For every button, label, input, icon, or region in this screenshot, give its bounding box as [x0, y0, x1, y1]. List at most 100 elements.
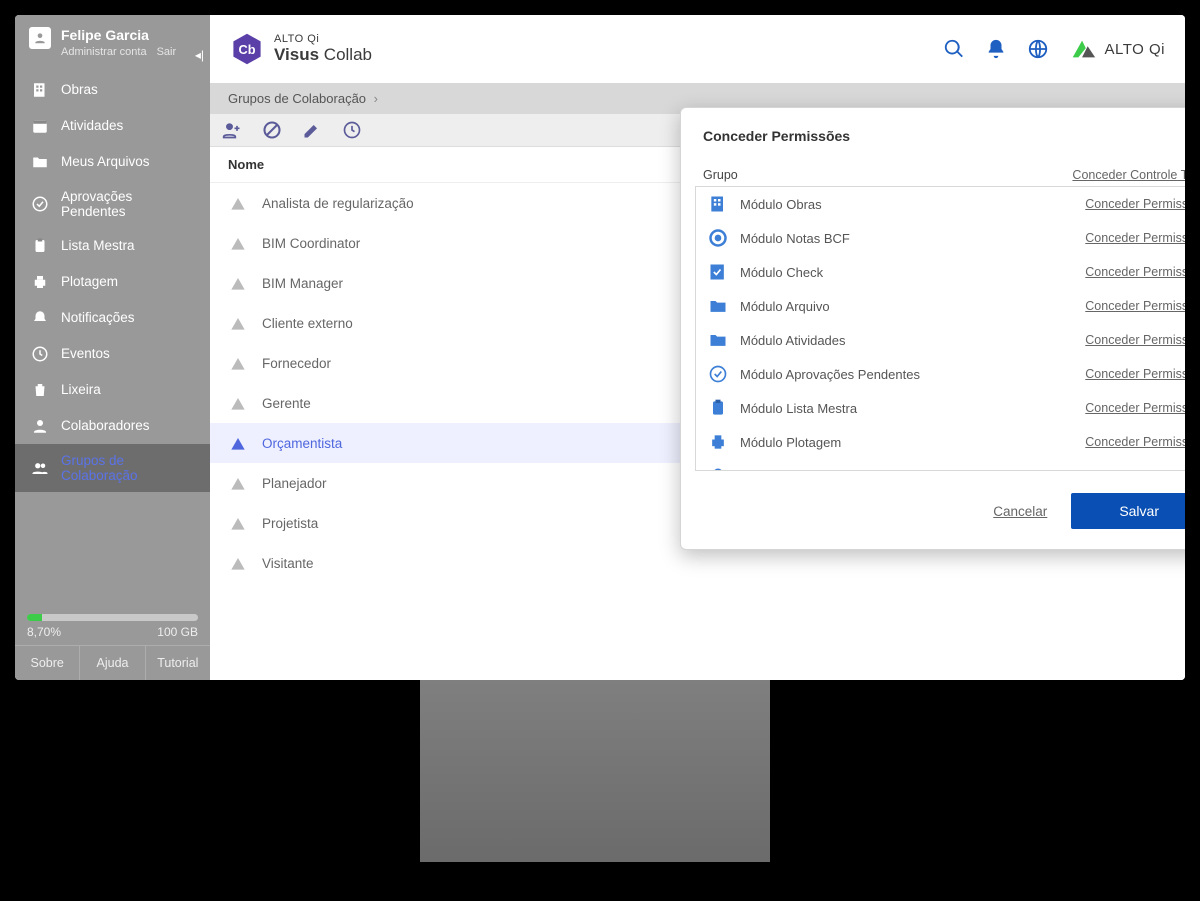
- permissions-modal: Conceder Permissões ✕ Grupo Conceder Con…: [680, 107, 1185, 550]
- grant-permission-link[interactable]: Conceder Permissão: [1085, 435, 1185, 449]
- add-user-icon[interactable]: [222, 120, 242, 140]
- footer-link-tutorial[interactable]: Tutorial: [145, 646, 210, 680]
- group-icon: [228, 193, 248, 213]
- folder-blue-icon: [708, 296, 728, 316]
- sidebar-item-label: Colaboradores: [61, 418, 150, 433]
- grant-permission-link[interactable]: Conceder Permissão: [1085, 367, 1185, 381]
- grant-permission-link[interactable]: Conceder Permissão: [1085, 299, 1185, 313]
- sidebar-item-label: Plotagem: [61, 274, 118, 289]
- cancel-button[interactable]: Cancelar: [993, 504, 1047, 519]
- sidebar-item-grupos-de-colaboração[interactable]: Grupos de Colaboração: [15, 444, 210, 492]
- clipboard-icon: [31, 237, 49, 255]
- group-name: Visitante: [262, 556, 314, 571]
- printer-icon: [31, 273, 49, 291]
- grant-permission-link[interactable]: Conceder Permissão: [1085, 265, 1185, 279]
- edit-icon[interactable]: [302, 120, 322, 140]
- sidebar-item-label: Aprovações Pendentes: [61, 189, 194, 219]
- sidebar-item-plotagem[interactable]: Plotagem: [15, 264, 210, 300]
- sidebar-item-eventos[interactable]: Eventos: [15, 336, 210, 372]
- grant-permission-link[interactable]: Conceder Permissão: [1085, 333, 1185, 347]
- group-icon: [228, 513, 248, 533]
- sidebar-item-label: Meus Arquivos: [61, 154, 150, 169]
- nav-list: Obras Atividades Meus Arquivos Aprovações P…: [15, 72, 210, 492]
- group-icon: [228, 353, 248, 373]
- permission-row: Módulo Check Conceder Permissão: [696, 255, 1185, 289]
- folder-icon: [31, 153, 49, 171]
- module-name: Módulo Arquivo: [740, 299, 830, 314]
- footer-link-ajuda[interactable]: Ajuda: [79, 646, 144, 680]
- sidebar-item-lixeira[interactable]: Lixeira: [15, 372, 210, 408]
- group-column-label: Grupo: [703, 168, 738, 182]
- bell-icon: [31, 309, 49, 327]
- grant-permission-link[interactable]: Conceder Permissão: [1085, 197, 1185, 211]
- block-icon[interactable]: [262, 120, 282, 140]
- permission-row: Módulo Aprovações Pendentes Conceder Perm…: [696, 357, 1185, 391]
- permission-row: Módulo Plotagem Conceder Permissão: [696, 425, 1185, 459]
- module-name: Módulo Plotagem: [740, 435, 841, 450]
- sidebar-item-lista-mestra[interactable]: Lista Mestra: [15, 228, 210, 264]
- sidebar-item-label: Atividades: [61, 118, 123, 133]
- group-name: Cliente externo: [262, 316, 353, 331]
- avatar: [29, 27, 51, 49]
- group-icon: [228, 473, 248, 493]
- sidebar-item-colaboradores[interactable]: Colaboradores: [15, 408, 210, 444]
- module-name: Módulo Obras: [740, 197, 822, 212]
- folder-blue-icon: [708, 330, 728, 350]
- clock-icon[interactable]: [342, 120, 362, 140]
- group-icon: [228, 313, 248, 333]
- clipboard-blue-icon: [708, 398, 728, 418]
- group-icon: [228, 393, 248, 413]
- module-name: Módulo Lista Mestra: [740, 401, 857, 416]
- trash-icon: [31, 381, 49, 399]
- calendar-icon: [31, 117, 49, 135]
- group-icon: [228, 273, 248, 293]
- storage-total: 100 GB: [157, 625, 198, 639]
- permission-row: Módulo NotificaçõesConceder Permissão: [696, 459, 1185, 471]
- building-blue-icon: [708, 194, 728, 214]
- monitor-stand: [420, 680, 770, 870]
- chevron-right-icon: ›: [370, 91, 378, 106]
- person-icon: [31, 417, 49, 435]
- group-name: Orçamentista: [262, 436, 342, 451]
- save-button[interactable]: Salvar: [1071, 493, 1185, 529]
- sidebar-item-obras[interactable]: Obras: [15, 72, 210, 108]
- sidebar-item-label: Grupos de Colaboração: [61, 453, 194, 483]
- sidebar-item-meus-arquivos[interactable]: Meus Arquivos: [15, 144, 210, 180]
- sidebar-item-aprovações-pendentes[interactable]: Aprovações Pendentes: [15, 180, 210, 228]
- clock-icon: [31, 345, 49, 363]
- search-icon[interactable]: [943, 38, 965, 60]
- storage-used: 8,70%: [27, 625, 61, 639]
- topbar: Cb ALTO Qi Visus Collab ALTO Qi: [210, 15, 1185, 83]
- group-name: BIM Manager: [262, 276, 343, 291]
- sidebar-item-notificações[interactable]: Notificações: [15, 300, 210, 336]
- bcf-icon: [708, 228, 728, 248]
- module-name: Módulo Notas BCF: [740, 231, 850, 246]
- globe-icon[interactable]: [1027, 38, 1049, 60]
- logout-link[interactable]: Sair: [157, 46, 177, 58]
- user-block: Felipe Garcia Administrar conta Sair ◂|: [15, 15, 210, 66]
- grant-all-link[interactable]: Conceder Controle Total: [1072, 168, 1185, 182]
- building-icon: [31, 81, 49, 99]
- brand-badge-icon: Cb: [230, 32, 264, 66]
- grant-permission-link[interactable]: Conceder Permissão: [1085, 401, 1185, 415]
- storage-bar: [27, 614, 198, 621]
- company-logo: ALTO Qi: [1069, 35, 1165, 63]
- group-icon: [228, 233, 248, 253]
- group-name: Fornecedor: [262, 356, 331, 371]
- permission-row: Módulo Obras Conceder Permissão: [696, 187, 1185, 221]
- grant-permission-link[interactable]: Conceder Permissão: [1085, 231, 1185, 245]
- manage-account-link[interactable]: Administrar conta: [61, 46, 147, 58]
- footer-link-sobre[interactable]: Sobre: [15, 646, 79, 680]
- permission-row: Módulo Lista Mestra Conceder Permissão: [696, 391, 1185, 425]
- group-icon: [228, 433, 248, 453]
- svg-text:Cb: Cb: [239, 42, 256, 57]
- group-name: BIM Coordinator: [262, 236, 360, 251]
- sidebar-item-label: Notificações: [61, 310, 135, 325]
- bell-icon[interactable]: [985, 38, 1007, 60]
- main: Cb ALTO Qi Visus Collab ALTO Qi Grupos d…: [210, 15, 1185, 680]
- sidebar-item-atividades[interactable]: Atividades: [15, 108, 210, 144]
- group-name: Analista de regularização: [262, 196, 414, 211]
- module-name: Módulo Aprovações Pendentes: [740, 367, 920, 382]
- collapse-sidebar-icon[interactable]: ◂|: [195, 48, 204, 62]
- module-name: Módulo Check: [740, 265, 823, 280]
